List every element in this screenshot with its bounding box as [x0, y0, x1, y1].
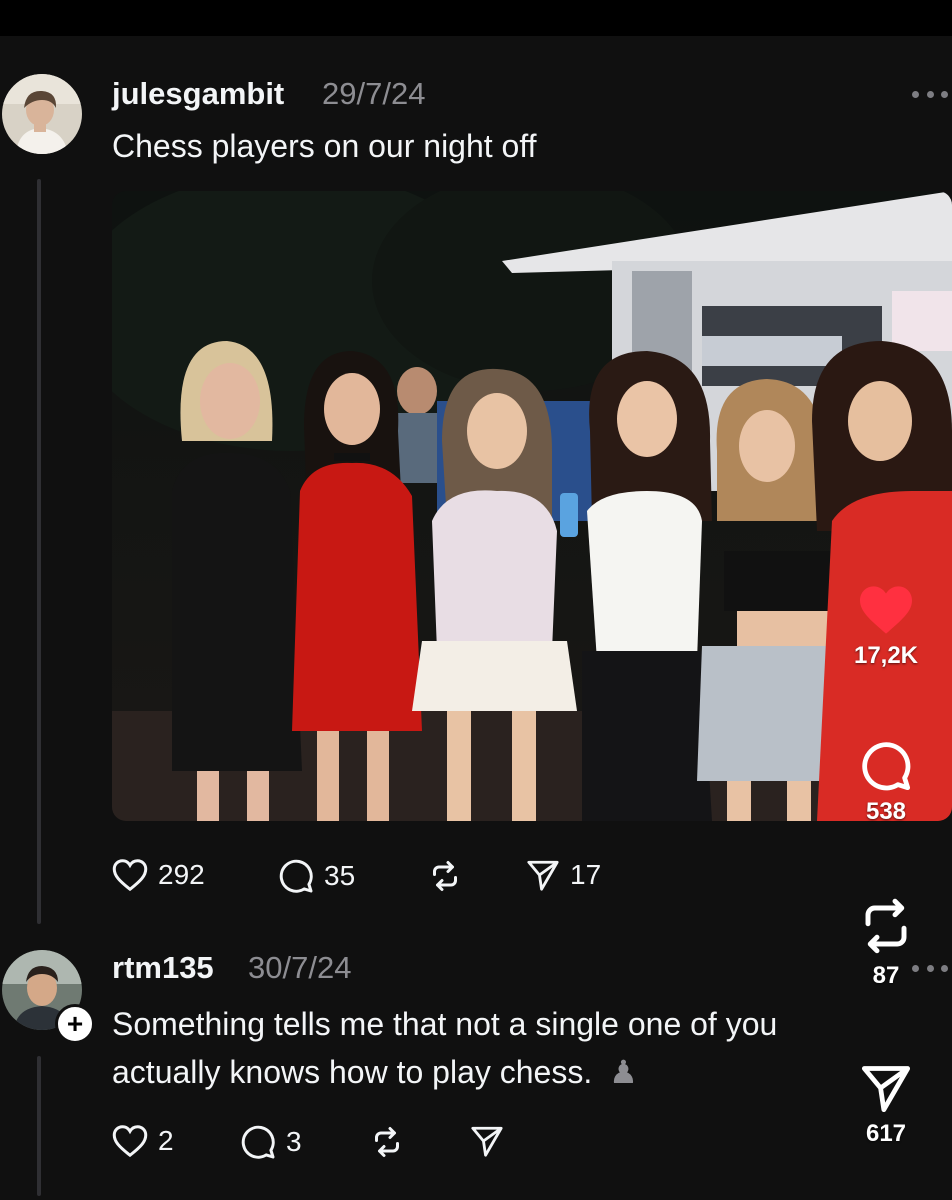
post-repost-button[interactable]	[426, 858, 464, 894]
post-share-button[interactable]: 17	[526, 858, 601, 892]
follow-plus-button[interactable]: +	[55, 1004, 95, 1044]
top-bar	[0, 0, 952, 36]
share-icon	[861, 1066, 911, 1113]
overlay-repost-count: 87	[872, 962, 900, 989]
post-comment-count: 35	[324, 860, 356, 891]
comment-icon	[862, 742, 911, 791]
overlay-comment-button[interactable]: 538	[831, 740, 941, 826]
julesgambit-avatar[interactable]	[2, 74, 82, 154]
post-comment-button[interactable]: 35	[278, 858, 355, 894]
repost-icon	[433, 861, 457, 891]
reply-share-button[interactable]	[470, 1124, 504, 1158]
thread-line	[37, 179, 41, 924]
reply-like-button[interactable]: 2	[112, 1124, 174, 1158]
overlay-share-count: 617	[865, 1120, 907, 1147]
post-username[interactable]: julesgambit	[112, 76, 284, 112]
reply-thread-line	[37, 1056, 41, 1196]
overlay-like-count: 17,2K	[853, 642, 919, 669]
reply-text-line2: actually knows how to play chess. ♟	[112, 1048, 638, 1096]
reply-more-icon[interactable]	[912, 962, 948, 974]
comment-icon	[279, 859, 313, 893]
repost-icon	[375, 1127, 399, 1157]
reply-like-count: 2	[158, 1125, 174, 1156]
overlay-like-button[interactable]: 17,2K	[831, 584, 941, 670]
heart-icon	[112, 1125, 148, 1158]
post-more-icon[interactable]	[912, 88, 948, 100]
post-timestamp: 29/7/24	[322, 76, 426, 111]
post-photo[interactable]	[112, 191, 952, 821]
post-like-count: 292	[158, 859, 205, 890]
reply-text-line2-text: actually knows how to play chess.	[112, 1054, 593, 1090]
overlay-share-button[interactable]: 617	[831, 1062, 941, 1148]
reply-text-line1: Something tells me that not a single one…	[112, 1006, 778, 1042]
share-icon	[527, 860, 559, 891]
reply-username[interactable]: rtm135	[112, 950, 214, 986]
threads-feed: julesgambit 29/7/24 Chess players on our…	[0, 36, 952, 1200]
overlay-repost-button[interactable]: 87	[831, 896, 941, 990]
post-share-count: 17	[570, 859, 602, 890]
reply-comment-button[interactable]: 3	[240, 1124, 302, 1160]
overlay-comment-count: 538	[865, 798, 907, 825]
share-icon	[471, 1126, 503, 1157]
heart-icon	[860, 586, 912, 634]
comment-icon	[241, 1125, 275, 1159]
post-text: Chess players on our night off	[112, 128, 537, 164]
reply-timestamp: 30/7/24	[248, 950, 352, 985]
plus-icon: +	[66, 1008, 84, 1039]
heart-icon	[112, 859, 148, 892]
reply-comment-count: 3	[286, 1126, 302, 1157]
post-like-button[interactable]: 292	[112, 858, 205, 892]
chess-pawn-emoji: ♟	[609, 1054, 638, 1090]
reply-repost-button[interactable]	[368, 1124, 406, 1160]
repost-icon	[865, 898, 907, 954]
